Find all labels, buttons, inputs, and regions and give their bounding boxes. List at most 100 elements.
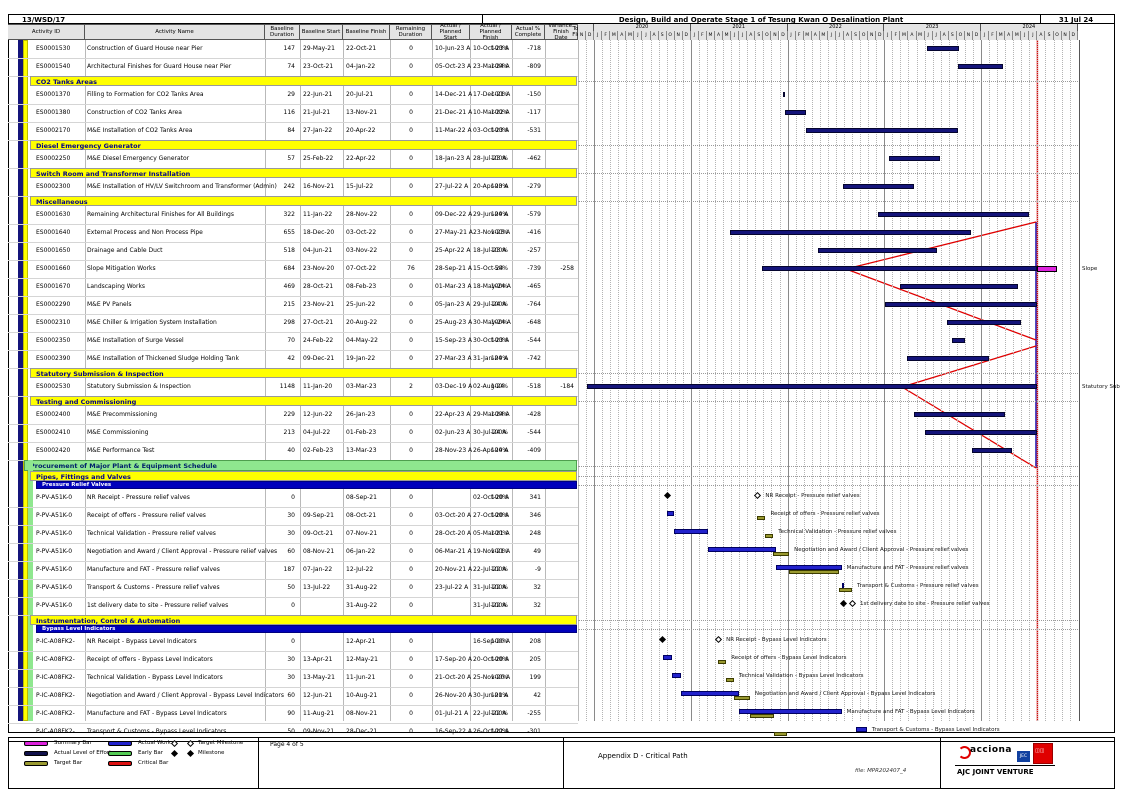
cell-bl-finish: 31-Aug-22 [346, 602, 377, 609]
row-separator [8, 705, 578, 706]
gantt-bar-actual [947, 320, 1021, 325]
column-header-2: BaselineDuration [265, 24, 300, 40]
cell-pct: 100% [491, 229, 508, 236]
cell-act-start: 23-Jul-22 A [435, 584, 468, 591]
gantt-activity-label: Transport & Customs - Bypass Level Indic… [872, 727, 1000, 733]
cell-name: M&E Performance Test [87, 447, 154, 454]
cell-id: P-PV-A51K-0 [36, 548, 72, 555]
timeline-month: F [699, 31, 707, 40]
cell-rem-dur: 0 [409, 548, 413, 555]
cell-id: ES0002310 [36, 319, 70, 326]
cell-rem-dur: 0 [409, 656, 413, 663]
timeline-month: M [804, 31, 812, 40]
cell-bl-start: 22-Jun-21 [303, 91, 332, 98]
legend-label: Critical Bar [138, 760, 168, 766]
legend-label: Target Milestone [198, 740, 243, 746]
cell-bl-start: 23-Nov-21 [303, 301, 334, 308]
timeline-month: J [691, 31, 699, 40]
cell-bl-start: 23-Nov-20 [303, 265, 334, 272]
cell-bl-dur: 147 [284, 45, 295, 52]
cell-pct: 100% [491, 548, 508, 555]
cell-bl-start: 23-Oct-21 [303, 63, 333, 70]
gantt-bar-target [718, 660, 726, 664]
cell-variance: -764 [527, 301, 541, 308]
section-header-label: Instrumentation, Control & Automation [36, 617, 180, 625]
month-gridline [1005, 40, 1007, 721]
cell-rem-dur: 0 [409, 229, 413, 236]
file-label: file: MPR202407_4 [855, 768, 906, 774]
cell-rem-dur: 0 [409, 155, 413, 162]
cell-bl-finish: 20-Aug-22 [346, 319, 377, 326]
cell-name: M&E PV Panels [87, 301, 132, 308]
gantt-section-line [578, 373, 1078, 375]
cell-act-start: 27-May-21 A [435, 229, 473, 236]
cell-name: M&E Commissioning [87, 429, 148, 436]
cell-rem-dur: 0 [409, 692, 413, 699]
timeline-month: A [844, 31, 852, 40]
timeline-month: J [1029, 31, 1037, 40]
subgroup-header-label: Bypass Level Indicators [42, 626, 115, 632]
cell-pct: 100% [491, 91, 508, 98]
cell-pct: 100% [491, 656, 508, 663]
cell-id: ES0001370 [36, 91, 70, 98]
venture-label: AJC JOINT VENTURE [957, 768, 1034, 776]
month-gridline [796, 40, 798, 721]
section-header-row [30, 76, 577, 86]
cell-bl-dur: 29 [287, 91, 295, 98]
legend-swatch [108, 761, 132, 766]
gantt-section-line [578, 466, 1078, 468]
timeline-month: J [1021, 31, 1029, 40]
month-gridline [602, 40, 604, 721]
month-gridline [715, 40, 717, 721]
timeline-month: S [1045, 31, 1053, 40]
gantt-section-line [578, 401, 1078, 403]
timeline-month: J [828, 31, 836, 40]
gantt-bar-actual-work [663, 655, 672, 660]
gantt-bar-target [789, 570, 839, 574]
gantt-bar-actual [818, 248, 937, 253]
cell-rem-dur: 0 [409, 211, 413, 218]
cell-bl-finish: 31-Aug-22 [346, 584, 377, 591]
cell-variance: -465 [527, 283, 541, 290]
section-header-label: CO2 Tanks Areas [36, 78, 97, 86]
group-header-label: Procurement of Major Plant & Equipment S… [30, 462, 217, 470]
row-separator [8, 669, 578, 670]
cell-pct: 100% [491, 337, 508, 344]
timeline-month: A [941, 31, 949, 40]
column-header-4: Baseline Finish [343, 24, 390, 40]
section-header-row [30, 196, 577, 206]
cell-act-start: 20-Nov-21 A [435, 566, 472, 573]
gantt-activity-label: 1st delivery date to site - Pressure rel… [860, 601, 989, 607]
cell-id: ES0002350 [36, 337, 70, 344]
gantt-bar-actual [843, 184, 914, 189]
cell-rem-dur: 0 [409, 638, 413, 645]
month-gridline [1070, 40, 1072, 721]
cell-bl-start: 02-Feb-23 [303, 447, 333, 454]
gantt-section-line [578, 629, 1078, 631]
cell-variance: 49 [533, 548, 541, 555]
cell-name: Technical Validation - Bypass Level Indi… [87, 674, 223, 681]
cell-variance: -301 [527, 728, 541, 735]
row-separator [8, 260, 578, 261]
gantt-bar-actual [900, 284, 1018, 289]
timeline-month: O [763, 31, 771, 40]
month-gridline [723, 40, 725, 721]
month-gridline [844, 40, 846, 721]
gantt-bar-actual-work [708, 547, 776, 552]
cell-act-start: 26-Nov-20 A [435, 692, 472, 699]
cell-bl-dur: 30 [287, 656, 295, 663]
cell-pct: 100% [491, 383, 508, 390]
cell-rem-dur: 0 [409, 63, 413, 70]
column-header-7: Actual / PlannedFinish [470, 24, 512, 40]
row-separator [8, 350, 578, 351]
legend-label: Summary Bar [54, 740, 92, 746]
cell-bl-finish: 19-Jan-22 [346, 355, 375, 362]
cell-bl-dur: 50 [287, 728, 295, 735]
cell-id: ES0001530 [36, 45, 70, 52]
cell-name: Manufacture and FAT - Pressure relief va… [87, 566, 220, 573]
cell-name: M&E Installation of Thickened Sludge Hol… [87, 355, 239, 362]
cell-name: 1st delivery date to site - Pressure rel… [87, 602, 228, 609]
cell-bl-start: 08-Nov-21 [303, 548, 334, 555]
timeline-month: S [852, 31, 860, 40]
timeline-month: M [820, 31, 828, 40]
